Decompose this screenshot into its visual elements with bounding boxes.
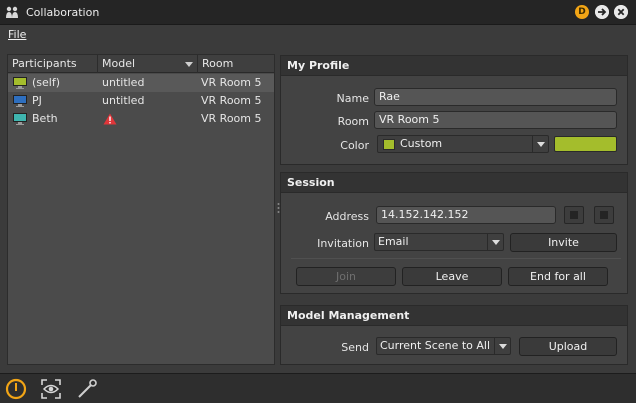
app-icon bbox=[6, 6, 18, 18]
send-label: Send bbox=[341, 341, 369, 354]
room-label: Room bbox=[337, 115, 369, 128]
participant-room: VR Room 5 bbox=[201, 94, 262, 107]
probe-wand-icon[interactable] bbox=[76, 378, 98, 400]
model-management-panel: Model Management Send Current Scene to A… bbox=[280, 305, 628, 365]
address-label: Address bbox=[325, 210, 369, 223]
invitation-label: Invitation bbox=[317, 237, 369, 250]
invite-button[interactable]: Invite bbox=[510, 233, 617, 252]
power-icon[interactable] bbox=[5, 378, 27, 400]
participant-room: VR Room 5 bbox=[201, 112, 262, 125]
warning-icon bbox=[103, 113, 117, 125]
monitor-icon bbox=[13, 113, 27, 125]
name-field[interactable]: Rae bbox=[374, 88, 617, 106]
column-header-room[interactable]: Room bbox=[198, 55, 274, 73]
color-swatch bbox=[383, 139, 395, 150]
close-icon[interactable] bbox=[614, 5, 628, 19]
table-header: Participants Model Room bbox=[8, 55, 274, 73]
participant-name: Beth bbox=[32, 112, 58, 125]
participant-name: (self) bbox=[32, 76, 61, 89]
column-header-model[interactable]: Model bbox=[98, 55, 198, 73]
table-row[interactable]: Beth VR Room 5 bbox=[8, 110, 274, 128]
name-label: Name bbox=[336, 92, 369, 105]
participant-model: untitled bbox=[102, 94, 145, 107]
window-title: Collaboration bbox=[26, 6, 100, 19]
column-header-model-label: Model bbox=[102, 57, 136, 70]
my-profile-panel: My Profile Name Rae Room VR Room 5 Color… bbox=[280, 55, 628, 165]
menu-file[interactable]: File bbox=[8, 28, 26, 41]
join-button[interactable]: Join bbox=[296, 267, 396, 286]
chevron-down-icon bbox=[494, 338, 510, 354]
address-field[interactable]: 14.152.142.152 bbox=[376, 206, 556, 224]
session-panel: Session Address 14.152.142.152 Invitatio… bbox=[280, 172, 628, 294]
panel-title: My Profile bbox=[281, 56, 627, 76]
monitor-icon bbox=[13, 95, 27, 107]
chevron-down-icon bbox=[532, 136, 548, 152]
send-dropdown[interactable]: Current Scene to All bbox=[376, 337, 511, 355]
end-for-all-button[interactable]: End for all bbox=[508, 267, 608, 286]
title-bar: Collaboration D bbox=[0, 0, 636, 25]
table-row[interactable]: (self) untitled VR Room 5 bbox=[8, 74, 274, 92]
bottom-toolbar bbox=[0, 373, 636, 403]
invitation-dropdown[interactable]: Email bbox=[374, 233, 504, 251]
divider bbox=[291, 258, 621, 259]
participants-table[interactable]: Participants Model Room (self) untitled … bbox=[7, 54, 275, 365]
send-dropdown-value: Current Scene to All bbox=[380, 339, 491, 352]
participant-name: PJ bbox=[32, 94, 42, 107]
save-icon[interactable] bbox=[564, 206, 584, 224]
color-dropdown-value: Custom bbox=[400, 137, 443, 150]
table-row[interactable]: PJ untitled VR Room 5 bbox=[8, 92, 274, 110]
view-eye-icon[interactable] bbox=[40, 378, 62, 400]
participant-model: untitled bbox=[102, 76, 145, 89]
panel-title: Model Management bbox=[281, 306, 627, 326]
upload-button[interactable]: Upload bbox=[519, 337, 617, 356]
invitation-dropdown-value: Email bbox=[378, 235, 409, 248]
menu-bar: File bbox=[0, 25, 636, 45]
sort-arrow-icon bbox=[185, 62, 193, 67]
column-header-participants[interactable]: Participants bbox=[8, 55, 98, 73]
forward-arrow-icon[interactable] bbox=[595, 5, 609, 19]
color-label: Color bbox=[340, 139, 369, 152]
d-badge-icon[interactable]: D bbox=[575, 5, 589, 19]
room-field[interactable]: VR Room 5 bbox=[374, 111, 617, 129]
chevron-down-icon bbox=[487, 234, 503, 250]
color-dropdown[interactable]: Custom bbox=[377, 135, 549, 153]
color-preview-button[interactable] bbox=[554, 136, 617, 152]
panel-title: Session bbox=[281, 173, 627, 193]
monitor-icon bbox=[13, 77, 27, 89]
participant-room: VR Room 5 bbox=[201, 76, 262, 89]
copy-icon[interactable] bbox=[594, 206, 614, 224]
leave-button[interactable]: Leave bbox=[402, 267, 502, 286]
